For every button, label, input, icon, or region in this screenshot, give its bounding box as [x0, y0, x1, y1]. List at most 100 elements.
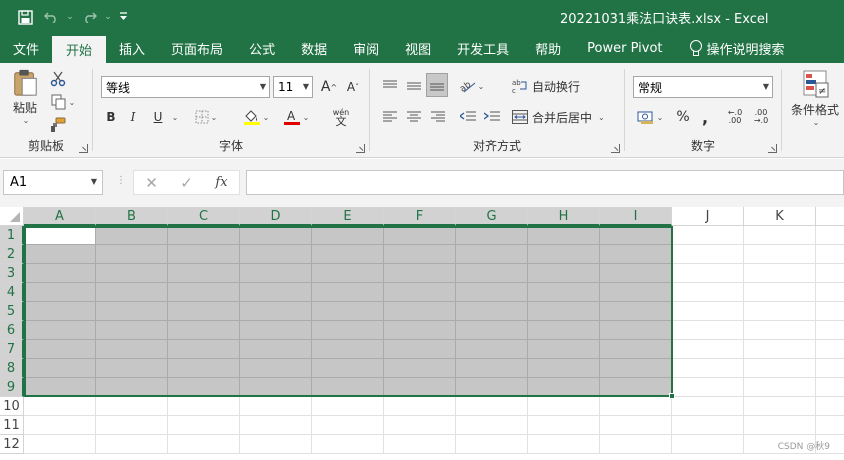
select-all-button[interactable]: [0, 207, 24, 226]
cell-d11[interactable]: [240, 416, 312, 435]
redo-dropdown-icon[interactable]: ⌄: [102, 7, 114, 27]
cell-i12[interactable]: [600, 435, 672, 454]
column-header-g[interactable]: G: [456, 207, 528, 226]
cell-j3[interactable]: [672, 264, 744, 283]
cell-f2[interactable]: [384, 245, 456, 264]
cell-a11[interactable]: [24, 416, 96, 435]
cell-k2[interactable]: [744, 245, 816, 264]
cell-j12[interactable]: [672, 435, 744, 454]
cell-b3[interactable]: [96, 264, 168, 283]
column-header-f[interactable]: F: [384, 207, 456, 226]
tell-me-search[interactable]: 操作说明搜索: [676, 33, 798, 63]
cell-e6[interactable]: [312, 321, 384, 340]
increase-indent-icon[interactable]: [482, 106, 502, 128]
column-header-i[interactable]: I: [600, 207, 672, 226]
tab-page-layout[interactable]: 页面布局: [158, 33, 236, 63]
row-header-2[interactable]: 2: [0, 245, 24, 264]
cell-f1[interactable]: [384, 226, 456, 245]
cell-l4[interactable]: [816, 283, 844, 302]
cell-g11[interactable]: [456, 416, 528, 435]
row-header-4[interactable]: 4: [0, 283, 24, 302]
cell-e10[interactable]: [312, 397, 384, 416]
italic-button[interactable]: I: [123, 106, 143, 128]
cell-l8[interactable]: [816, 359, 844, 378]
cell-h7[interactable]: [528, 340, 600, 359]
comma-button[interactable]: ,: [695, 106, 715, 128]
cell-g12[interactable]: [456, 435, 528, 454]
cell-l3[interactable]: [816, 264, 844, 283]
row-header-6[interactable]: 6: [0, 321, 24, 340]
cell-a3[interactable]: [24, 264, 96, 283]
increase-decimal-button[interactable]: ←.0.00: [723, 106, 747, 128]
cell-l7[interactable]: [816, 340, 844, 359]
row-header-8[interactable]: 8: [0, 359, 24, 378]
cell-b2[interactable]: [96, 245, 168, 264]
cell-c3[interactable]: [168, 264, 240, 283]
cell-c7[interactable]: [168, 340, 240, 359]
cell-c12[interactable]: [168, 435, 240, 454]
cell-i11[interactable]: [600, 416, 672, 435]
cell-f7[interactable]: [384, 340, 456, 359]
cell-j6[interactable]: [672, 321, 744, 340]
worksheet-grid[interactable]: A B C D E F G H I J K 1 2 3 4 5 6 7 8 9 10 11 12: [0, 207, 844, 460]
tab-power-pivot[interactable]: Power Pivot: [574, 33, 675, 63]
column-header-e[interactable]: E: [312, 207, 384, 226]
cell-f9[interactable]: [384, 378, 456, 397]
column-header-c[interactable]: C: [168, 207, 240, 226]
cell-h3[interactable]: [528, 264, 600, 283]
conditional-formatting-button[interactable]: ≠ 条件格式 ⌄: [786, 69, 844, 137]
number-format-combo[interactable]: 常规 ▼: [633, 76, 773, 98]
cell-k1[interactable]: [744, 226, 816, 245]
cell-k11[interactable]: [744, 416, 816, 435]
cell-h12[interactable]: [528, 435, 600, 454]
cell-j7[interactable]: [672, 340, 744, 359]
cell-c2[interactable]: [168, 245, 240, 264]
cell-a12[interactable]: [24, 435, 96, 454]
cell-l6[interactable]: [816, 321, 844, 340]
tab-file[interactable]: 文件: [0, 33, 52, 63]
cell-a8[interactable]: [24, 359, 96, 378]
cell-b1[interactable]: [96, 226, 168, 245]
cell-e5[interactable]: [312, 302, 384, 321]
tab-view[interactable]: 视图: [392, 33, 444, 63]
cell-b10[interactable]: [96, 397, 168, 416]
row-header-3[interactable]: 3: [0, 264, 24, 283]
cell-e4[interactable]: [312, 283, 384, 302]
cell-i2[interactable]: [600, 245, 672, 264]
cell-b7[interactable]: [96, 340, 168, 359]
cell-i7[interactable]: [600, 340, 672, 359]
save-icon[interactable]: [12, 7, 38, 27]
tab-formulas[interactable]: 公式: [236, 33, 288, 63]
cell-e2[interactable]: [312, 245, 384, 264]
align-top-icon[interactable]: [380, 75, 400, 97]
wrap-text-button[interactable]: ab c 自动换行: [512, 75, 592, 97]
tab-help[interactable]: 帮助: [522, 33, 574, 63]
cell-g2[interactable]: [456, 245, 528, 264]
customize-qat-icon[interactable]: [114, 7, 132, 27]
cell-d4[interactable]: [240, 283, 312, 302]
cell-c6[interactable]: [168, 321, 240, 340]
cell-j9[interactable]: [672, 378, 744, 397]
active-cell[interactable]: [24, 226, 96, 245]
cell-b4[interactable]: [96, 283, 168, 302]
cell-d10[interactable]: [240, 397, 312, 416]
cell-b6[interactable]: [96, 321, 168, 340]
cell-e12[interactable]: [312, 435, 384, 454]
cell-i9[interactable]: [600, 378, 672, 397]
cell-b9[interactable]: [96, 378, 168, 397]
cell-h11[interactable]: [528, 416, 600, 435]
cell-j2[interactable]: [672, 245, 744, 264]
cell-d8[interactable]: [240, 359, 312, 378]
cell-k7[interactable]: [744, 340, 816, 359]
tab-home[interactable]: 开始: [52, 36, 107, 63]
undo-dropdown-icon[interactable]: ⌄: [64, 7, 76, 27]
borders-button[interactable]: ⌄: [191, 106, 221, 128]
cell-c10[interactable]: [168, 397, 240, 416]
column-header-k[interactable]: K: [744, 207, 816, 226]
cell-j1[interactable]: [672, 226, 744, 245]
cell-k3[interactable]: [744, 264, 816, 283]
fill-handle[interactable]: [669, 393, 675, 399]
formula-bar-resize-handle[interactable]: ⋮: [116, 175, 126, 186]
cell-d9[interactable]: [240, 378, 312, 397]
decrease-decimal-button[interactable]: .00 →.0: [749, 106, 773, 128]
